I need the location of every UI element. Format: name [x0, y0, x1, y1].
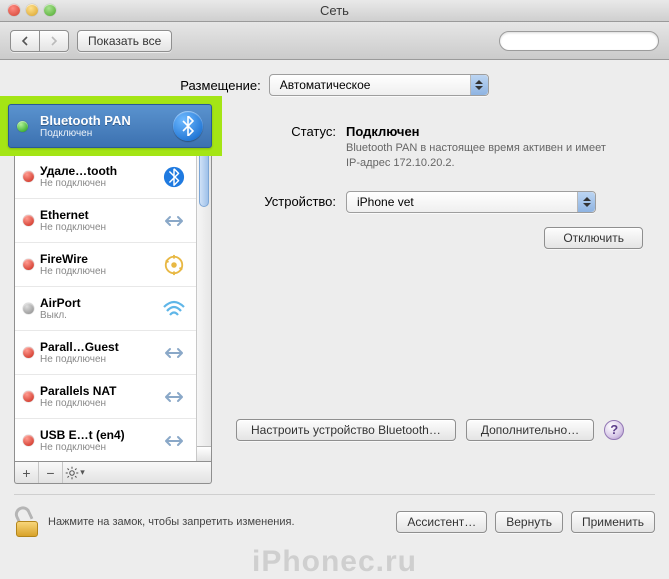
- status-dot-icon: [23, 391, 34, 402]
- search-input[interactable]: [510, 35, 652, 47]
- sidebar-item-status: Не подключен: [40, 442, 160, 453]
- lock-hint: Нажмите на замок, чтобы запретить измене…: [48, 516, 295, 528]
- firewire-icon: [160, 251, 188, 279]
- sidebar-item[interactable]: EthernetНе подключен: [15, 199, 196, 243]
- chevron-right-icon: [50, 36, 58, 46]
- status-dot-icon: [23, 435, 34, 446]
- assistant-button[interactable]: Ассистент…: [396, 511, 487, 533]
- search-field[interactable]: [499, 31, 659, 51]
- configure-bluetooth-button[interactable]: Настроить устройство Bluetooth…: [236, 419, 456, 441]
- status-dot-icon: [23, 127, 34, 138]
- status-dot-icon: [23, 215, 34, 226]
- revert-button[interactable]: Вернуть: [495, 511, 563, 533]
- chevron-left-icon: [21, 36, 29, 46]
- window-controls: [8, 4, 56, 16]
- footer: Нажмите на замок, чтобы запретить измене…: [0, 507, 669, 543]
- sidebar-item-name: Ethernet: [40, 208, 160, 222]
- watermark: iPhonec.ru: [0, 545, 669, 579]
- sidebar-item-name: Удале…tooth: [40, 164, 160, 178]
- help-button[interactable]: ?: [604, 420, 624, 440]
- divider: [14, 494, 655, 495]
- ethernet-icon: [160, 207, 188, 235]
- status-dot-icon: [23, 171, 34, 182]
- sidebar-item[interactable]: Bluetooth PANПодключен: [15, 111, 196, 155]
- ethernet-icon: [160, 339, 188, 367]
- sidebar-item-status: Не подключен: [40, 266, 160, 277]
- sidebar-item-name: Bluetooth PAN: [40, 120, 160, 134]
- window-titlebar: Сеть: [0, 0, 669, 22]
- toolbar: Показать все: [0, 22, 669, 60]
- show-all-button[interactable]: Показать все: [77, 30, 172, 52]
- status-dot-icon: [23, 259, 34, 270]
- sidebar-item-status: Выкл.: [40, 310, 160, 321]
- sidebar-item-name: AirPort: [40, 296, 160, 310]
- advanced-button[interactable]: Дополнительно…: [466, 419, 594, 441]
- sidebar-item-status: Не подключен: [40, 354, 160, 365]
- status-value: Подключен: [346, 124, 420, 139]
- gear-icon: [65, 466, 79, 480]
- sidebar-item[interactable]: Parallels NATНе подключен: [15, 375, 196, 419]
- sidebar-item-status: Не подключен: [40, 222, 160, 233]
- close-window-button[interactable]: [8, 4, 20, 16]
- bluetooth-icon: [160, 119, 188, 147]
- sidebar-footer: + − ▾: [14, 462, 212, 484]
- lock-body-icon: [16, 521, 38, 537]
- apply-button[interactable]: Применить: [571, 511, 655, 533]
- window-title: Сеть: [320, 3, 349, 18]
- sidebar-item[interactable]: Удале…toothНе подключен: [15, 155, 196, 199]
- sidebar-item-status: Подключен: [40, 134, 160, 145]
- status-dot-icon: [23, 347, 34, 358]
- zoom-window-button[interactable]: [44, 4, 56, 16]
- scrollbar[interactable]: [196, 111, 211, 461]
- minimize-window-button[interactable]: [26, 4, 38, 16]
- services-sidebar: Bluetooth PANПодключенУдале…toothНе подк…: [14, 110, 212, 462]
- location-popup[interactable]: Автоматическое: [269, 74, 489, 96]
- status-label: Статус:: [236, 124, 346, 171]
- ethernet-icon: [160, 427, 188, 455]
- sidebar-item[interactable]: Parall…GuestНе подключен: [15, 331, 196, 375]
- disconnect-button[interactable]: Отключить: [544, 227, 643, 249]
- location-label: Размещение:: [180, 78, 261, 93]
- sidebar-item-name: FireWire: [40, 252, 160, 266]
- sidebar-item-status: Не подключен: [40, 178, 160, 189]
- sidebar-item[interactable]: AirPortВыкл.: [15, 287, 196, 331]
- ethernet-icon: [160, 383, 188, 411]
- remove-service-button[interactable]: −: [39, 462, 63, 483]
- device-popup[interactable]: iPhone vet: [346, 191, 596, 213]
- sidebar-item-name: Parallels NAT: [40, 384, 160, 398]
- forward-button[interactable]: [40, 30, 69, 52]
- location-value: Автоматическое: [280, 78, 371, 92]
- scrollbar-thumb[interactable]: [199, 127, 209, 207]
- updown-arrows-icon: [577, 192, 595, 212]
- detail-pane: Статус: Подключен Bluetooth PAN в настоя…: [230, 110, 655, 484]
- sidebar-item-name: Parall…Guest: [40, 340, 160, 354]
- back-button[interactable]: [10, 30, 40, 52]
- sidebar-item-name: USB E…t (en4): [40, 428, 160, 442]
- status-dot-icon: [23, 303, 34, 314]
- sidebar-item-status: Не подключен: [40, 398, 160, 409]
- device-value: iPhone vet: [357, 195, 414, 209]
- device-label: Устройство:: [236, 194, 346, 209]
- service-options-button[interactable]: ▾: [63, 462, 87, 483]
- wifi-icon: [160, 295, 188, 323]
- sidebar-item[interactable]: FireWireНе подключен: [15, 243, 196, 287]
- add-service-button[interactable]: +: [15, 462, 39, 483]
- lock-button[interactable]: [14, 507, 40, 537]
- bluetooth-icon: [160, 163, 188, 191]
- sidebar-item[interactable]: USB E…t (en4)Не подключен: [15, 419, 196, 461]
- status-description: Bluetooth PAN в настоящее время активен …: [346, 141, 606, 171]
- updown-arrows-icon: [470, 75, 488, 95]
